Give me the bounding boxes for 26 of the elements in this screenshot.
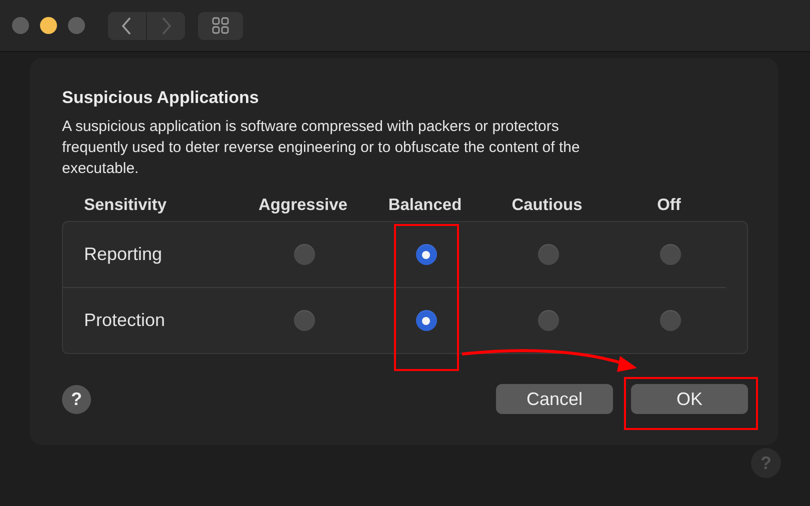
radio-button[interactable] [294, 310, 314, 331]
radio-button[interactable] [538, 244, 558, 265]
dialog-description: A suspicious application is software compressed with packers or protectors frequently used to deter reverse engineering or to obfuscate the content of the executable. [62, 117, 581, 179]
radio-button[interactable] [416, 244, 436, 265]
row-label: Reporting [83, 244, 164, 265]
radio-button[interactable] [294, 244, 314, 265]
dialog-button[interactable]: Cancel [496, 384, 613, 414]
window-control-button[interactable] [40, 17, 57, 34]
column-header: Off [656, 196, 682, 214]
radio-button[interactable] [538, 310, 558, 331]
chevron-right-icon [161, 16, 171, 34]
dialog-button[interactable]: OK [631, 384, 748, 414]
column-header: Cautious [510, 196, 584, 214]
radio-button[interactable] [660, 244, 680, 265]
grid-view-button[interactable] [198, 12, 243, 40]
chevron-left-icon [122, 16, 132, 34]
help-button[interactable]: ? [62, 384, 91, 414]
radio-button[interactable] [660, 310, 680, 331]
dialog-title: Suspicious Applications [62, 88, 260, 108]
grid-icon [212, 17, 229, 34]
column-header: Aggressive [258, 196, 348, 214]
radio-button[interactable] [416, 310, 436, 331]
column-header: Sensitivity [83, 196, 168, 214]
column-header: Balanced [387, 196, 463, 214]
back-button[interactable] [108, 12, 146, 40]
row-label: Protection [83, 310, 166, 331]
